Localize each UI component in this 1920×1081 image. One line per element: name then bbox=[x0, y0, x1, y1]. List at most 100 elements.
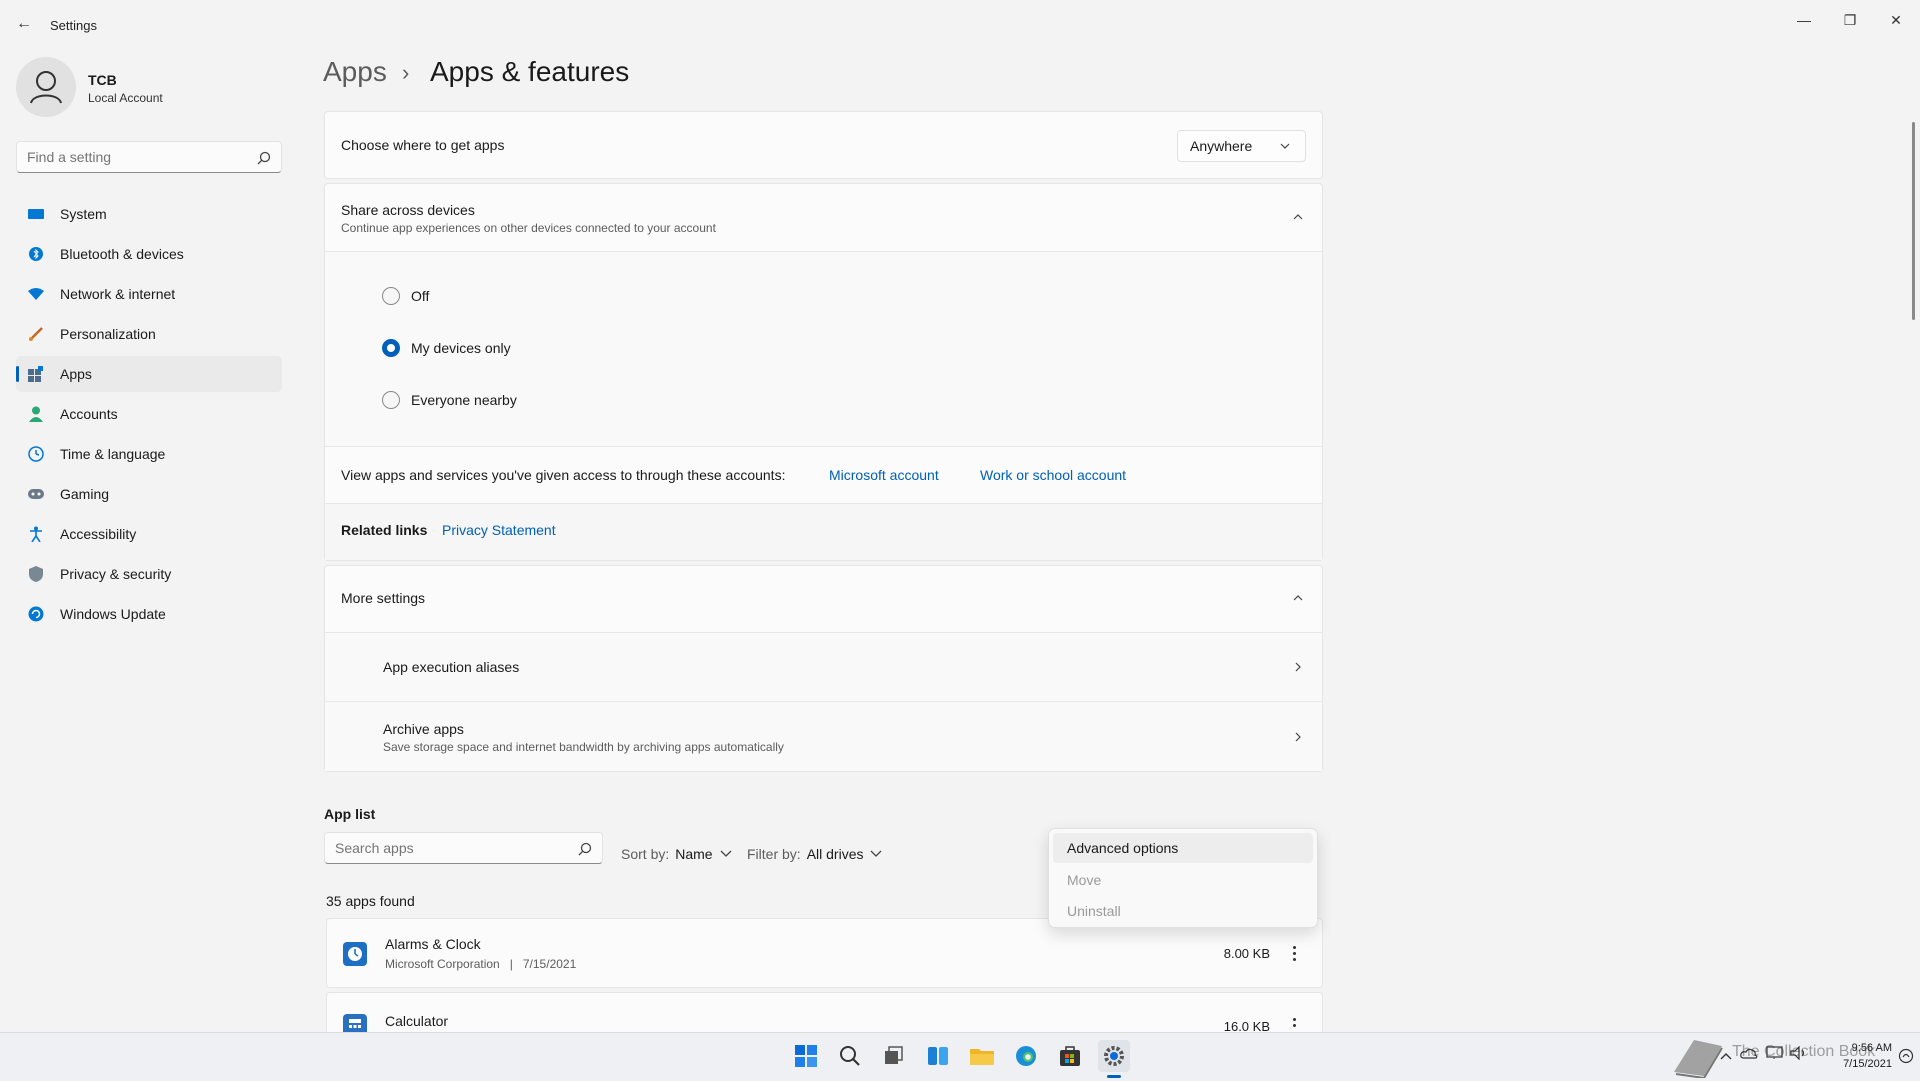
avatar[interactable] bbox=[16, 57, 76, 117]
app-search[interactable] bbox=[324, 832, 603, 864]
store-icon[interactable] bbox=[1054, 1040, 1086, 1072]
work-school-account-link[interactable]: Work or school account bbox=[980, 467, 1126, 483]
archive-apps-description: Save storage space and internet bandwidt… bbox=[383, 740, 784, 754]
gamepad-icon bbox=[28, 486, 44, 502]
taskbar bbox=[0, 1032, 1920, 1081]
chevron-up-icon[interactable] bbox=[1720, 1048, 1732, 1064]
share-description: Continue app experiences on other device… bbox=[341, 221, 716, 235]
app-search-input[interactable] bbox=[325, 833, 602, 863]
brush-icon bbox=[28, 326, 44, 342]
sidebar-item-accessibility[interactable]: Accessibility bbox=[16, 516, 282, 552]
back-button[interactable]: ← bbox=[14, 12, 34, 36]
sidebar-item-windows-update[interactable]: Windows Update bbox=[16, 596, 282, 632]
divider bbox=[324, 446, 1323, 447]
app-name: Calculator bbox=[385, 1013, 449, 1029]
sidebar-item-personalization[interactable]: Personalization bbox=[16, 316, 282, 352]
cloud-icon[interactable] bbox=[1740, 1046, 1758, 1063]
settings-icon[interactable] bbox=[1098, 1040, 1130, 1072]
more-options-icon[interactable] bbox=[1284, 1018, 1304, 1032]
breadcrumb-separator: › bbox=[402, 60, 410, 85]
archive-apps-label: Archive apps bbox=[383, 721, 464, 737]
sidebar-item-gaming[interactable]: Gaming bbox=[16, 476, 282, 512]
task-view-icon[interactable] bbox=[877, 1040, 909, 1072]
radio-off[interactable]: Off bbox=[382, 287, 429, 305]
advanced-options-menu-item[interactable]: Advanced options bbox=[1053, 833, 1313, 863]
radio-button[interactable] bbox=[382, 391, 400, 409]
scrollbar[interactable] bbox=[1912, 122, 1915, 320]
sidebar-item-time-language[interactable]: Time & language bbox=[16, 436, 282, 472]
sidebar-item-privacy[interactable]: Privacy & security bbox=[16, 556, 282, 592]
radio-label: Off bbox=[411, 288, 430, 304]
restore-button[interactable]: ❐ bbox=[1830, 6, 1870, 34]
selection-indicator bbox=[16, 366, 19, 382]
search-icon[interactable] bbox=[257, 151, 271, 165]
list-item[interactable]: Alarms & Clock Microsoft Corporation | 7… bbox=[326, 918, 1323, 988]
edge-icon[interactable] bbox=[1010, 1040, 1042, 1072]
microsoft-account-link[interactable]: Microsoft account bbox=[829, 467, 939, 483]
breadcrumb-parent[interactable]: Apps bbox=[323, 56, 387, 88]
chevron-right-icon bbox=[1288, 657, 1308, 677]
apps-count: 35 apps found bbox=[326, 893, 415, 909]
app-date: 7/15/2021 bbox=[522, 957, 577, 971]
sidebar-item-accounts[interactable]: Accounts bbox=[16, 396, 282, 432]
start-icon[interactable] bbox=[790, 1040, 822, 1072]
volume-icon[interactable] bbox=[1790, 1045, 1808, 1063]
sort-label: Sort by: bbox=[621, 846, 670, 862]
uninstall-menu-item[interactable]: Uninstall bbox=[1053, 896, 1313, 926]
get-apps-dropdown[interactable]: Anywhere bbox=[1177, 130, 1306, 162]
move-menu-item[interactable]: Move bbox=[1053, 865, 1313, 895]
minimize-button[interactable]: — bbox=[1784, 6, 1824, 34]
app-meta: Microsoft Corporation | 7/15/2021 bbox=[385, 957, 576, 971]
sidebar-item-label: Time & language bbox=[60, 446, 166, 462]
clock-date[interactable]: 7/15/2021 bbox=[1822, 1058, 1892, 1070]
clock-time[interactable]: 9:56 AM bbox=[1832, 1042, 1892, 1054]
radio-button[interactable] bbox=[382, 339, 400, 357]
share-title: Share across devices bbox=[341, 202, 475, 218]
list-item[interactable]: Calculator 16.0 KB bbox=[326, 992, 1323, 1038]
globe-clock-icon bbox=[28, 446, 44, 462]
sidebar-item-label: Personalization bbox=[60, 326, 156, 342]
more-settings-title: More settings bbox=[341, 590, 426, 606]
window-title: Settings bbox=[50, 18, 97, 33]
sort-dropdown[interactable]: Sort by: Name bbox=[621, 846, 733, 862]
filter-dropdown[interactable]: Filter by: All drives bbox=[747, 846, 883, 862]
archive-apps-row[interactable] bbox=[325, 702, 1322, 771]
notifications-icon[interactable] bbox=[1898, 1048, 1914, 1067]
wifi-icon bbox=[28, 286, 44, 302]
related-links-label: Related links bbox=[341, 522, 428, 538]
more-options-icon[interactable] bbox=[1284, 941, 1304, 965]
privacy-statement-link[interactable]: Privacy Statement bbox=[442, 522, 556, 538]
chevron-up-icon[interactable] bbox=[1288, 207, 1308, 227]
network-icon[interactable] bbox=[1766, 1046, 1784, 1063]
radio-button[interactable] bbox=[382, 287, 400, 305]
chevron-up-icon[interactable] bbox=[1288, 588, 1308, 608]
chevron-down-icon bbox=[1280, 143, 1290, 149]
sort-value: Name bbox=[675, 846, 713, 862]
settings-search-input[interactable] bbox=[17, 142, 281, 172]
sidebar-item-bluetooth[interactable]: Bluetooth & devices bbox=[16, 236, 282, 272]
file-explorer-icon[interactable] bbox=[966, 1040, 998, 1072]
book-icon bbox=[1668, 1034, 1726, 1081]
sidebar-item-apps[interactable]: Apps bbox=[16, 356, 282, 392]
sidebar-item-system[interactable]: System bbox=[16, 196, 282, 232]
sidebar-item-label: Accessibility bbox=[60, 526, 137, 542]
app-execution-aliases-label: App execution aliases bbox=[383, 659, 520, 675]
sidebar-item-label: Network & internet bbox=[60, 286, 176, 302]
search-icon[interactable] bbox=[578, 842, 592, 856]
sidebar-item-label: Gaming bbox=[60, 486, 110, 502]
close-button[interactable]: ✕ bbox=[1876, 6, 1916, 34]
sidebar-item-network[interactable]: Network & internet bbox=[16, 276, 282, 312]
app-name: Alarms & Clock bbox=[385, 936, 481, 952]
chevron-down-icon bbox=[720, 850, 732, 857]
get-apps-label: Choose where to get apps bbox=[341, 137, 505, 153]
radio-my-devices[interactable]: My devices only bbox=[382, 339, 511, 357]
system-icon bbox=[28, 206, 44, 222]
widgets-icon[interactable] bbox=[922, 1040, 954, 1072]
filter-value: All drives bbox=[806, 846, 864, 862]
accessibility-icon bbox=[28, 526, 44, 542]
sidebar-item-label: System bbox=[60, 206, 107, 222]
search-icon[interactable] bbox=[834, 1040, 866, 1072]
radio-everyone-nearby[interactable]: Everyone nearby bbox=[382, 391, 517, 409]
settings-search[interactable] bbox=[16, 141, 282, 173]
apps-icon bbox=[28, 366, 44, 382]
